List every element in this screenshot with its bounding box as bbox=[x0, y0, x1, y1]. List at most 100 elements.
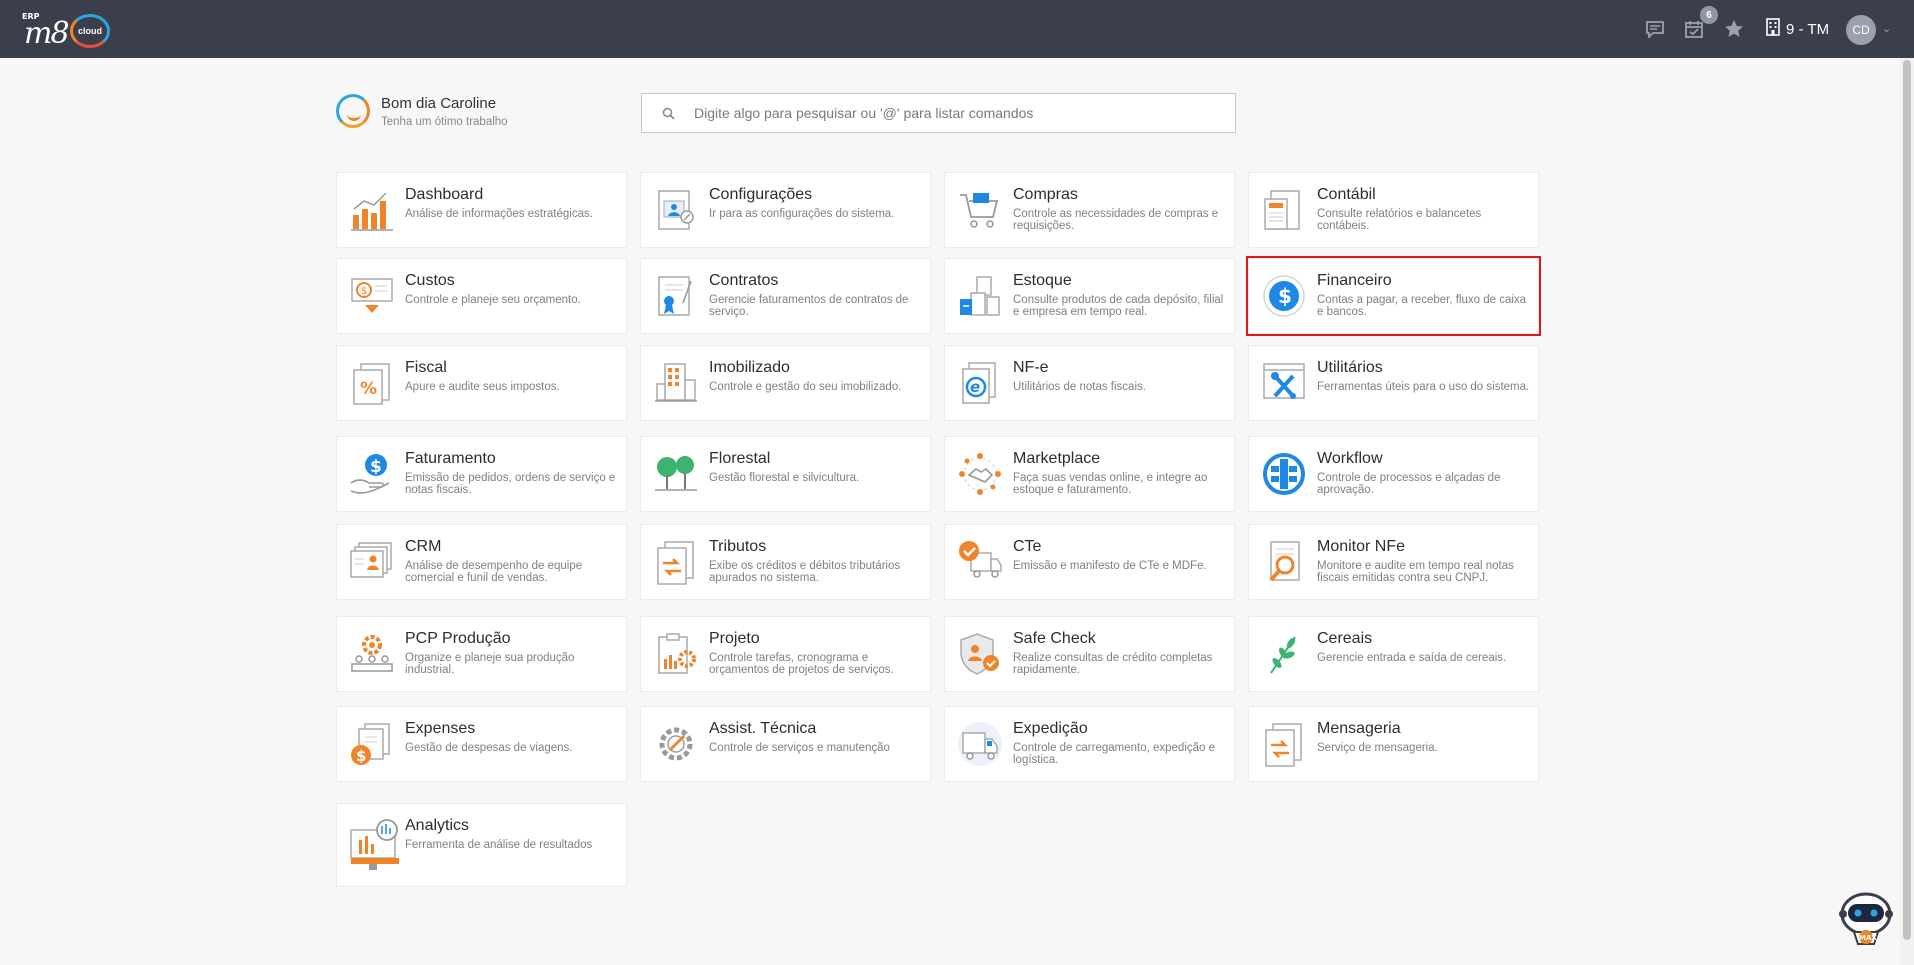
module-card-utilitarios[interactable]: Utilitários Ferramentas úteis para o uso… bbox=[1248, 345, 1539, 421]
module-desc: Contas a pagar, a receber, fluxo de caix… bbox=[1317, 294, 1527, 318]
truck-check-icon bbox=[957, 539, 1003, 585]
module-card-florestal[interactable]: Florestal Gestão florestal e silvicultur… bbox=[640, 436, 931, 512]
company-selector[interactable]: 9 - TM bbox=[1766, 18, 1830, 40]
star-icon[interactable] bbox=[1723, 18, 1745, 40]
module-card-marketplace[interactable]: Marketplace Faça suas vendas online, e i… bbox=[944, 436, 1235, 512]
dollar-coin-icon: $ bbox=[1261, 273, 1307, 319]
svg-text:e: e bbox=[970, 378, 980, 396]
module-card-financeiro[interactable]: $ Financeiro Contas a pagar, a receber, … bbox=[1246, 256, 1541, 336]
e-document-icon: e bbox=[957, 360, 1003, 406]
module-card-mensageria[interactable]: Mensageria Serviço de mensageria. bbox=[1248, 706, 1539, 782]
module-title: Contratos bbox=[709, 272, 779, 289]
module-title: Utilitários bbox=[1317, 359, 1383, 376]
expense-receipt-icon: $ bbox=[349, 721, 395, 767]
module-desc: Gerencie entrada e saída de cereais. bbox=[1317, 652, 1507, 664]
module-card-expenses[interactable]: $ Expenses Gestão de despesas de viagens… bbox=[336, 706, 627, 782]
module-title: Safe Check bbox=[1013, 630, 1096, 647]
module-card-expedicao[interactable]: Expedição Controle de carregamento, expe… bbox=[944, 706, 1235, 782]
chevron-down-icon[interactable]: ⌄ bbox=[1882, 22, 1891, 35]
greeting-title: Bom dia Caroline bbox=[381, 95, 497, 112]
message-exchange-icon bbox=[1261, 721, 1307, 767]
module-card-cereais[interactable]: Cereais Gerencie entrada e saída de cere… bbox=[1248, 616, 1539, 692]
module-desc: Consulte relatórios e balancetes contábe… bbox=[1317, 208, 1482, 232]
module-card-faturamento[interactable]: $ Faturamento Emissão de pedidos, ordens… bbox=[336, 436, 627, 512]
module-title: Faturamento bbox=[405, 450, 496, 467]
magnifier-document-icon bbox=[1261, 539, 1307, 585]
svg-text:$: $ bbox=[370, 457, 382, 477]
module-card-nfe[interactable]: e NF-e Utilitários de notas fiscais. bbox=[944, 345, 1235, 421]
module-card-fiscal[interactable]: % Fiscal Apure e audite seus impostos. bbox=[336, 345, 627, 421]
building-icon bbox=[1766, 18, 1780, 40]
module-title: Expenses bbox=[405, 720, 476, 737]
module-card-monitor-nfe[interactable]: Monitor NFe Monitore e audite em tempo r… bbox=[1248, 524, 1539, 600]
ledger-icon bbox=[1261, 187, 1307, 233]
module-title: Florestal bbox=[709, 450, 771, 467]
handshake-network-icon bbox=[957, 451, 1003, 497]
project-clipboard-icon bbox=[653, 631, 699, 677]
module-title: Analytics bbox=[405, 817, 470, 834]
module-card-configuracoes[interactable]: Configurações Ir para as configurações d… bbox=[640, 172, 931, 248]
search-icon bbox=[642, 107, 694, 120]
module-desc: Gerencie faturamentos de contratos de se… bbox=[709, 294, 909, 318]
module-card-imobilizado[interactable]: Imobilizado Controle e gestão do seu imo… bbox=[640, 345, 931, 421]
scrollbar[interactable] bbox=[1900, 58, 1914, 965]
scrollbar-thumb[interactable] bbox=[1903, 60, 1911, 940]
module-card-pcp-producao[interactable]: PCP Produção Organize e planeje sua prod… bbox=[336, 616, 627, 692]
module-desc: Controle de serviços e manutenção bbox=[709, 742, 890, 754]
module-card-safe-check[interactable]: Safe Check Realize consultas de crédito … bbox=[944, 616, 1235, 692]
module-desc: Emissão de pedidos, ordens de serviço e … bbox=[405, 472, 616, 496]
module-desc: Realize consultas de crédito completas r… bbox=[1013, 652, 1213, 676]
module-card-compras[interactable]: Compras Controle as necessidades de comp… bbox=[944, 172, 1235, 248]
module-title: Marketplace bbox=[1013, 450, 1101, 467]
module-card-projeto[interactable]: Projeto Controle tarefas, cronograma e o… bbox=[640, 616, 931, 692]
building-asset-icon bbox=[653, 360, 699, 406]
mascot-label: MAX bbox=[1859, 934, 1877, 942]
analytics-monitor-icon bbox=[349, 816, 401, 876]
module-title: Contábil bbox=[1317, 186, 1376, 203]
module-desc: Exibe os créditos e débitos tributários … bbox=[709, 560, 901, 584]
search-input[interactable] bbox=[694, 105, 1214, 121]
notification-badge: 6 bbox=[1700, 6, 1718, 24]
module-desc: Consulte produtos de cada depósito, fili… bbox=[1013, 294, 1224, 318]
module-card-contabil[interactable]: Contábil Consulte relatórios e balancete… bbox=[1248, 172, 1539, 248]
gear-wrench-icon bbox=[653, 721, 699, 767]
module-title: Assist. Técnica bbox=[709, 720, 817, 737]
module-title: Workflow bbox=[1317, 450, 1383, 467]
module-card-estoque[interactable]: Estoque Consulte produtos de cada depósi… bbox=[944, 258, 1235, 334]
module-title: Financeiro bbox=[1317, 272, 1392, 289]
module-title: Estoque bbox=[1013, 272, 1072, 289]
module-title: Mensageria bbox=[1317, 720, 1401, 737]
module-title: Dashboard bbox=[405, 186, 484, 203]
module-card-custos[interactable]: $ Custos Controle e planeje seu orçament… bbox=[336, 258, 627, 334]
module-card-crm[interactable]: CRM Análise de desempenho de equipe come… bbox=[336, 524, 627, 600]
avatar[interactable]: CD bbox=[1846, 15, 1876, 45]
chat-icon[interactable] bbox=[1644, 18, 1666, 40]
module-card-assist-tecnica[interactable]: Assist. Técnica Controle de serviços e m… bbox=[640, 706, 931, 782]
module-desc: Controle e gestão do seu imobilizado. bbox=[709, 381, 902, 393]
production-gear-icon bbox=[349, 631, 395, 677]
module-desc: Análise de desempenho de equipe comercia… bbox=[405, 560, 583, 584]
module-card-tributos[interactable]: Tributos Exibe os créditos e débitos tri… bbox=[640, 524, 931, 600]
search-bar[interactable] bbox=[641, 93, 1236, 133]
robot-assistant-icon[interactable]: MAX bbox=[1836, 888, 1896, 948]
app-logo[interactable]: ERP m8 cloud bbox=[20, 10, 112, 51]
module-title: Cereais bbox=[1317, 630, 1373, 647]
module-desc: Organize e planeje sua produção industri… bbox=[405, 652, 575, 676]
module-title: Compras bbox=[1013, 186, 1078, 203]
module-desc: Ir para as configurações do sistema. bbox=[709, 208, 895, 220]
module-card-cte[interactable]: CTe Emissão e manifesto de CTe e MDFe. bbox=[944, 524, 1235, 600]
module-desc: Gestão florestal e silvicultura. bbox=[709, 472, 860, 484]
svg-text:%: % bbox=[360, 379, 377, 399]
module-title: NF-e bbox=[1013, 359, 1049, 376]
module-desc: Utilitários de notas fiscais. bbox=[1013, 381, 1146, 393]
module-title: Monitor NFe bbox=[1317, 538, 1406, 555]
module-card-dashboard[interactable]: Dashboard Análise de informações estraté… bbox=[336, 172, 627, 248]
module-desc: Serviço de mensageria. bbox=[1317, 742, 1438, 754]
module-card-analytics[interactable]: Analytics Ferramenta de análise de resul… bbox=[336, 803, 627, 887]
module-desc: Emissão e manifesto de CTe e MDFe. bbox=[1013, 560, 1207, 572]
module-title: CRM bbox=[405, 538, 442, 555]
module-card-contratos[interactable]: Contratos Gerencie faturamentos de contr… bbox=[640, 258, 931, 334]
shield-check-icon bbox=[957, 631, 1003, 677]
company-name: 9 - TM bbox=[1786, 20, 1830, 38]
module-card-workflow[interactable]: Workflow Controle de processos e alçadas… bbox=[1248, 436, 1539, 512]
